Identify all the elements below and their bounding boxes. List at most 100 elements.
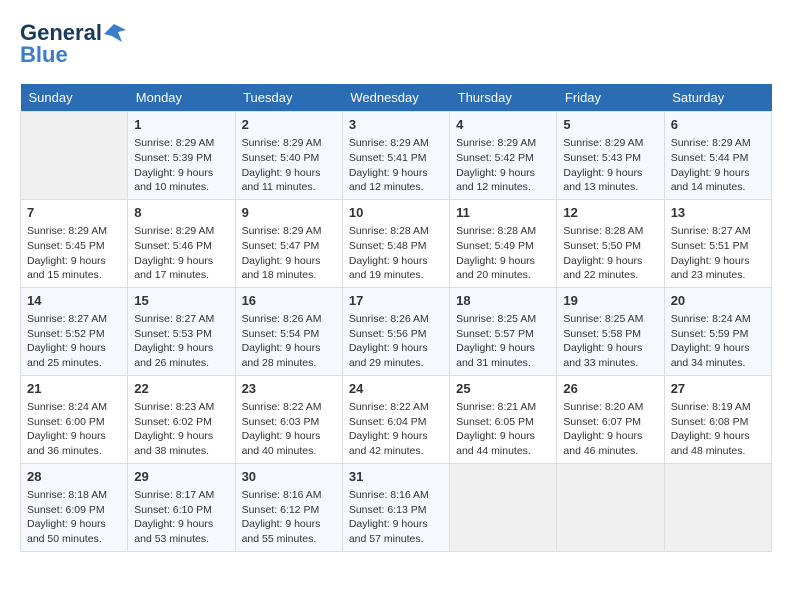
day-number: 4 [456, 116, 550, 134]
day-info: Sunrise: 8:18 AMSunset: 6:09 PMDaylight:… [27, 488, 121, 547]
col-thursday: Thursday [450, 84, 557, 112]
calendar-row: 7 Sunrise: 8:29 AMSunset: 5:45 PMDaylight… [21, 199, 772, 287]
logo-bird-icon [104, 24, 126, 42]
day-number: 18 [456, 292, 550, 310]
col-wednesday: Wednesday [342, 84, 449, 112]
day-number: 28 [27, 468, 121, 486]
calendar-row: 28 Sunrise: 8:18 AMSunset: 6:09 PMDayligh… [21, 463, 772, 551]
day-number: 30 [242, 468, 336, 486]
day-info: Sunrise: 8:26 AMSunset: 5:54 PMDaylight:… [242, 312, 336, 371]
logo-text-blue: Blue [20, 42, 68, 68]
day-info: Sunrise: 8:16 AMSunset: 6:13 PMDaylight:… [349, 488, 443, 547]
table-row: 30 Sunrise: 8:16 AMSunset: 6:12 PMDayligh… [235, 463, 342, 551]
table-row: 15 Sunrise: 8:27 AMSunset: 5:53 PMDayligh… [128, 287, 235, 375]
day-number: 3 [349, 116, 443, 134]
table-row: 24 Sunrise: 8:22 AMSunset: 6:04 PMDayligh… [342, 375, 449, 463]
calendar-row: 21 Sunrise: 8:24 AMSunset: 6:00 PMDayligh… [21, 375, 772, 463]
day-info: Sunrise: 8:27 AMSunset: 5:51 PMDaylight:… [671, 224, 765, 283]
table-row: 22Sunrise: 8:23 AMSunset: 6:02 PMDayligh… [128, 375, 235, 463]
day-info: Sunrise: 8:22 AMSunset: 6:03 PMDaylight:… [242, 400, 336, 459]
day-number: 15 [134, 292, 228, 310]
header: General Blue [20, 20, 772, 68]
table-row: 9 Sunrise: 8:29 AMSunset: 5:47 PMDaylight… [235, 199, 342, 287]
calendar-row: 1 Sunrise: 8:29 AMSunset: 5:39 PMDaylight… [21, 112, 772, 200]
day-info: Sunrise: 8:19 AMSunset: 6:08 PMDaylight:… [671, 400, 765, 459]
day-info: Sunrise: 8:27 AMSunset: 5:52 PMDaylight:… [27, 312, 121, 371]
day-info: Sunrise: 8:29 AMSunset: 5:41 PMDaylight:… [349, 136, 443, 195]
day-number: 31 [349, 468, 443, 486]
day-info: Sunrise: 8:24 AMSunset: 6:00 PMDaylight:… [27, 400, 121, 459]
day-info: Sunrise: 8:21 AMSunset: 6:05 PMDaylight:… [456, 400, 550, 459]
day-number: 23 [242, 380, 336, 398]
col-sunday: Sunday [21, 84, 128, 112]
day-info: Sunrise: 8:16 AMSunset: 6:12 PMDaylight:… [242, 488, 336, 547]
day-info: Sunrise: 8:28 AMSunset: 5:49 PMDaylight:… [456, 224, 550, 283]
day-info: Sunrise: 8:29 AMSunset: 5:43 PMDaylight:… [563, 136, 657, 195]
logo: General Blue [20, 20, 126, 68]
table-row: 10 Sunrise: 8:28 AMSunset: 5:48 PMDayligh… [342, 199, 449, 287]
day-info: Sunrise: 8:29 AMSunset: 5:45 PMDaylight:… [27, 224, 121, 283]
day-number: 9 [242, 204, 336, 222]
table-row: 27 Sunrise: 8:19 AMSunset: 6:08 PMDayligh… [664, 375, 771, 463]
day-number: 21 [27, 380, 121, 398]
day-info: Sunrise: 8:17 AMSunset: 6:10 PMDaylight:… [134, 488, 228, 547]
day-info: Sunrise: 8:24 AMSunset: 5:59 PMDaylight:… [671, 312, 765, 371]
table-row: 3 Sunrise: 8:29 AMSunset: 5:41 PMDaylight… [342, 112, 449, 200]
day-number: 19 [563, 292, 657, 310]
table-row: 19 Sunrise: 8:25 AMSunset: 5:58 PMDayligh… [557, 287, 664, 375]
day-number: 17 [349, 292, 443, 310]
day-number: 2 [242, 116, 336, 134]
day-number: 12 [563, 204, 657, 222]
day-number: 20 [671, 292, 765, 310]
day-info: Sunrise: 8:29 AMSunset: 5:47 PMDaylight:… [242, 224, 336, 283]
day-info: Sunrise: 8:25 AMSunset: 5:57 PMDaylight:… [456, 312, 550, 371]
table-row: 1 Sunrise: 8:29 AMSunset: 5:39 PMDaylight… [128, 112, 235, 200]
col-tuesday: Tuesday [235, 84, 342, 112]
table-row: 28 Sunrise: 8:18 AMSunset: 6:09 PMDayligh… [21, 463, 128, 551]
day-number: 25 [456, 380, 550, 398]
day-info: Sunrise: 8:23 AMSunset: 6:02 PMDaylight:… [134, 400, 228, 459]
day-number: 5 [563, 116, 657, 134]
table-row [557, 463, 664, 551]
col-saturday: Saturday [664, 84, 771, 112]
table-row [664, 463, 771, 551]
table-row: 31 Sunrise: 8:16 AMSunset: 6:13 PMDayligh… [342, 463, 449, 551]
day-info: Sunrise: 8:26 AMSunset: 5:56 PMDaylight:… [349, 312, 443, 371]
day-info: Sunrise: 8:29 AMSunset: 5:40 PMDaylight:… [242, 136, 336, 195]
calendar-row: 14 Sunrise: 8:27 AMSunset: 5:52 PMDayligh… [21, 287, 772, 375]
day-info: Sunrise: 8:20 AMSunset: 6:07 PMDaylight:… [563, 400, 657, 459]
day-number: 26 [563, 380, 657, 398]
table-row: 29Sunrise: 8:17 AMSunset: 6:10 PMDayligh… [128, 463, 235, 551]
day-number: 8 [134, 204, 228, 222]
day-number: 1 [134, 116, 228, 134]
day-number: 24 [349, 380, 443, 398]
table-row: 20 Sunrise: 8:24 AMSunset: 5:59 PMDayligh… [664, 287, 771, 375]
day-number: 10 [349, 204, 443, 222]
table-row: 14 Sunrise: 8:27 AMSunset: 5:52 PMDayligh… [21, 287, 128, 375]
day-info: Sunrise: 8:29 AMSunset: 5:39 PMDaylight:… [134, 136, 228, 195]
day-number: 13 [671, 204, 765, 222]
day-info: Sunrise: 8:25 AMSunset: 5:58 PMDaylight:… [563, 312, 657, 371]
day-info: Sunrise: 8:28 AMSunset: 5:50 PMDaylight:… [563, 224, 657, 283]
table-row: 18 Sunrise: 8:25 AMSunset: 5:57 PMDayligh… [450, 287, 557, 375]
day-info: Sunrise: 8:28 AMSunset: 5:48 PMDaylight:… [349, 224, 443, 283]
day-number: 14 [27, 292, 121, 310]
day-info: Sunrise: 8:27 AMSunset: 5:53 PMDaylight:… [134, 312, 228, 371]
table-row: 25 Sunrise: 8:21 AMSunset: 6:05 PMDayligh… [450, 375, 557, 463]
day-info: Sunrise: 8:29 AMSunset: 5:42 PMDaylight:… [456, 136, 550, 195]
day-number: 16 [242, 292, 336, 310]
day-number: 7 [27, 204, 121, 222]
day-info: Sunrise: 8:22 AMSunset: 6:04 PMDaylight:… [349, 400, 443, 459]
table-row: 16 Sunrise: 8:26 AMSunset: 5:54 PMDayligh… [235, 287, 342, 375]
day-info: Sunrise: 8:29 AMSunset: 5:46 PMDaylight:… [134, 224, 228, 283]
table-row: 23 Sunrise: 8:22 AMSunset: 6:03 PMDayligh… [235, 375, 342, 463]
day-number: 27 [671, 380, 765, 398]
table-row: 6 Sunrise: 8:29 AMSunset: 5:44 PMDaylight… [664, 112, 771, 200]
day-number: 11 [456, 204, 550, 222]
table-row: 4 Sunrise: 8:29 AMSunset: 5:42 PMDaylight… [450, 112, 557, 200]
table-row [450, 463, 557, 551]
day-number: 6 [671, 116, 765, 134]
header-row: Sunday Monday Tuesday Wednesday Thursday… [21, 84, 772, 112]
day-info: Sunrise: 8:29 AMSunset: 5:44 PMDaylight:… [671, 136, 765, 195]
table-row: 5 Sunrise: 8:29 AMSunset: 5:43 PMDaylight… [557, 112, 664, 200]
